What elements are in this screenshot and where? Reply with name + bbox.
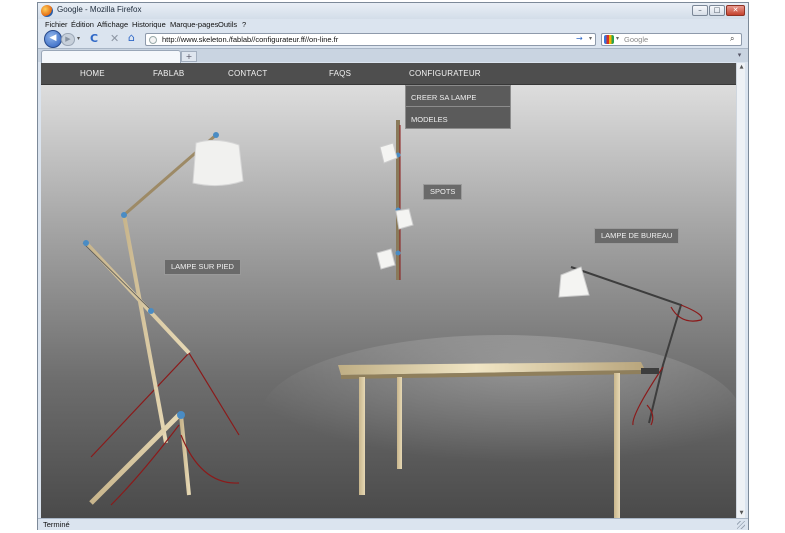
menu-edition[interactable]: Édition (71, 20, 94, 29)
url-text[interactable]: http://www.skeleton./fablab//configurate… (162, 35, 338, 44)
go-arrow-icon[interactable]: → (576, 34, 583, 43)
dropdown-item-creer-sa-lampe[interactable]: CREER SA LAMPE (406, 86, 510, 107)
page-content: HOME FABLAB CONTACT FAQS CONFIGURATEUR C… (41, 63, 736, 518)
scroll-down-arrow-icon[interactable]: ▼ (737, 509, 746, 518)
spots-illustration (376, 120, 414, 280)
menu-affichage[interactable]: Affichage (97, 20, 128, 29)
desk-lamp-label-button[interactable]: LAMPE DE BUREAU (594, 228, 680, 244)
stop-button[interactable]: ✕ (110, 32, 119, 45)
menu-fichier[interactable]: Fichier (45, 20, 68, 29)
search-input[interactable]: Google (624, 35, 648, 44)
search-bar[interactable]: ▾ Google ⌕ (601, 33, 742, 46)
nav-configurateur[interactable]: CONFIGURATEUR (409, 69, 481, 78)
menu-marque-pages[interactable]: Marque-pages (170, 20, 218, 29)
minimize-button[interactable]: – (692, 5, 708, 16)
nav-fablab[interactable]: FABLAB (153, 69, 184, 78)
status-text: Terminé (43, 520, 70, 529)
status-bar: Terminé (38, 518, 748, 530)
forward-button[interactable]: ▶ (61, 33, 75, 46)
floor-lamp-illustration (82, 132, 244, 506)
window-title: Google - Mozilla Firefox (57, 5, 142, 14)
browser-window: Google - Mozilla Firefox – □ ✕ Fichier É… (37, 2, 749, 530)
nav-faqs[interactable]: FAQS (329, 69, 351, 78)
navigation-toolbar: ◀ ▶ ▾ C ✕ ⌂ http://www.skeleton./fablab/… (38, 30, 748, 48)
tab-bar: + ▾ (38, 48, 748, 63)
nav-contact[interactable]: CONTACT (228, 69, 267, 78)
menu-bar: Fichier Édition Affichage Historique Mar… (38, 19, 748, 31)
menu-help[interactable]: ? (242, 20, 246, 29)
maximize-button[interactable]: □ (709, 5, 725, 16)
google-engine-icon[interactable] (604, 35, 614, 44)
new-tab-button[interactable]: + (181, 51, 197, 62)
tab-active[interactable] (41, 50, 181, 63)
url-dropdown-icon[interactable]: ▾ (589, 35, 592, 42)
address-bar[interactable]: http://www.skeleton./fablab//configurate… (145, 33, 596, 46)
nav-home[interactable]: HOME (80, 69, 105, 78)
scroll-up-arrow-icon[interactable]: ▲ (737, 63, 746, 72)
configurateur-dropdown: CREER SA LAMPE MODELES (405, 85, 511, 129)
menu-outils[interactable]: Outils (218, 20, 237, 29)
page-favicon-icon (149, 36, 157, 44)
close-button[interactable]: ✕ (726, 5, 745, 16)
menu-historique[interactable]: Historique (132, 20, 166, 29)
search-engine-dropdown-icon[interactable]: ▾ (616, 35, 619, 42)
reload-button[interactable]: C (90, 32, 98, 45)
home-button[interactable]: ⌂ (128, 31, 135, 44)
vertical-scrollbar[interactable]: ▲ ▼ (736, 63, 745, 518)
title-bar: Google - Mozilla Firefox – □ ✕ (38, 3, 748, 19)
tab-list-icon[interactable]: ▾ (734, 51, 745, 61)
search-icon[interactable]: ⌕ (730, 34, 734, 44)
back-button[interactable]: ◀ (44, 30, 62, 48)
spots-label-button[interactable]: SPOTS (423, 184, 463, 200)
dropdown-item-modeles[interactable]: MODELES (406, 108, 510, 129)
resize-grip-icon[interactable] (737, 521, 745, 529)
floor-lamp-label-button[interactable]: LAMPE SUR PIED (164, 259, 241, 275)
lamp-scene (82, 120, 736, 518)
history-dropdown-icon[interactable]: ▾ (77, 35, 80, 42)
site-navigation: HOME FABLAB CONTACT FAQS CONFIGURATEUR (41, 63, 736, 85)
firefox-logo-icon (41, 5, 53, 17)
